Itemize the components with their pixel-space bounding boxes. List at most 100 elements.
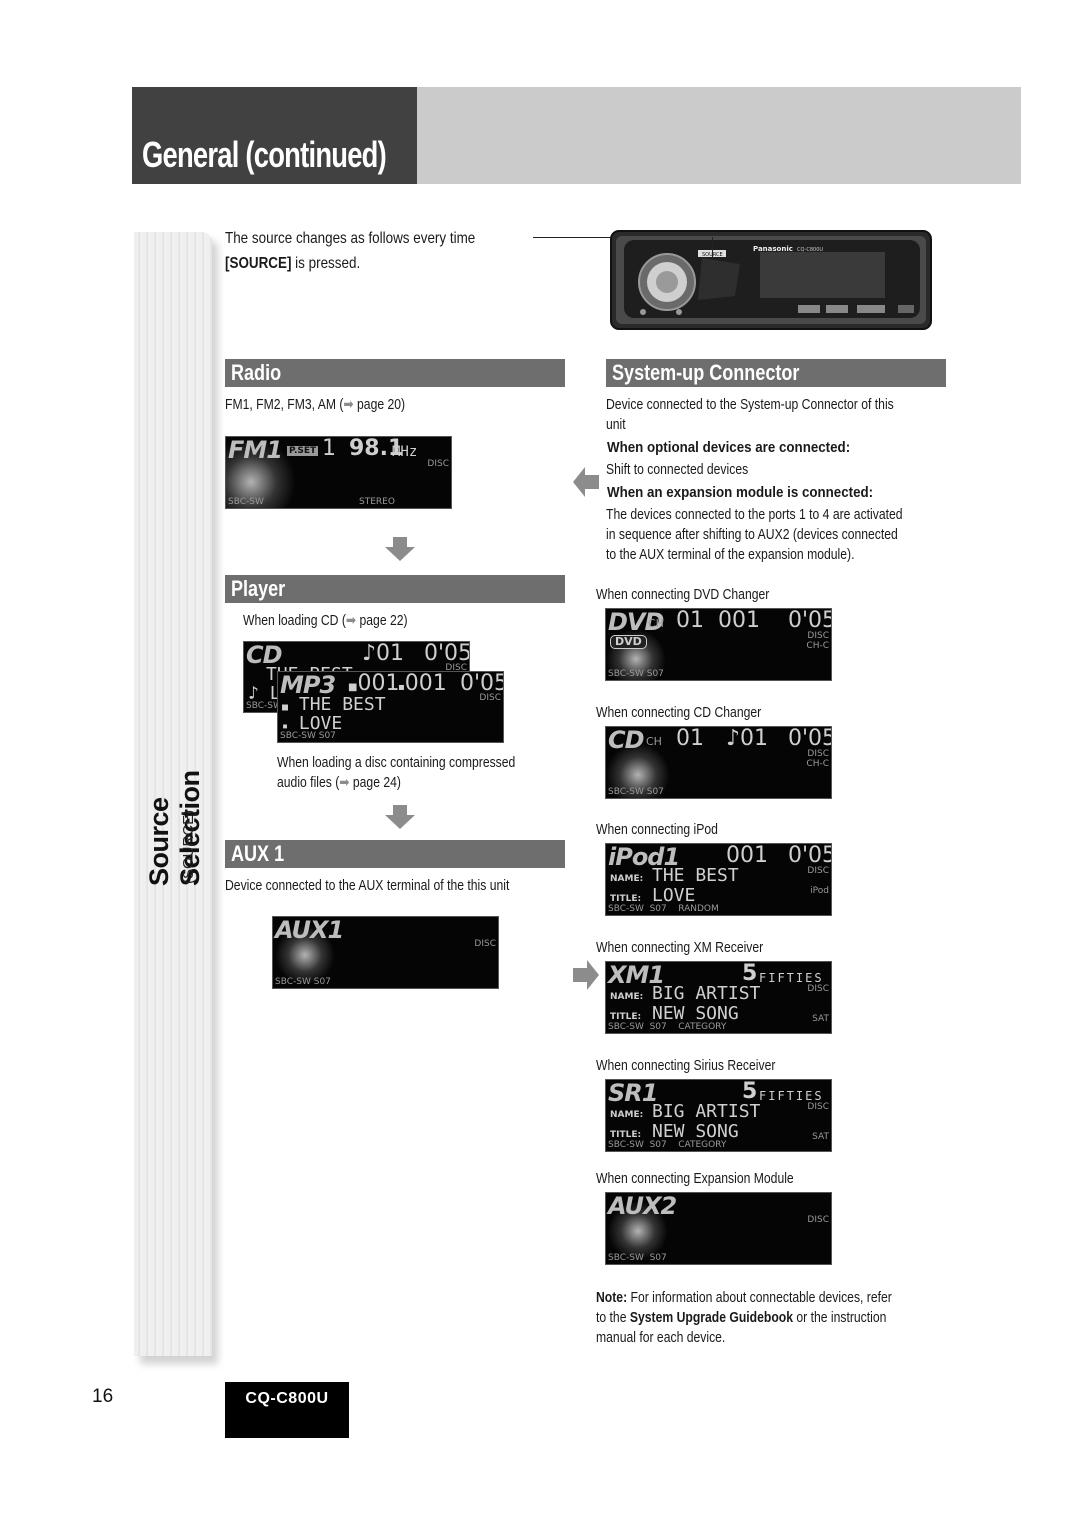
xm-artist: BIG ARTIST (652, 983, 761, 1004)
player-heading: Player (231, 576, 286, 601)
optional-devices-heading: When optional devices are connected: (607, 438, 871, 458)
cd-track: 01 (376, 641, 405, 666)
radio-desc-text: FM1, FM2, FM3, AM ( (225, 397, 344, 413)
mp3-folder-number: 001 (357, 671, 400, 696)
preset-label: P.SET (287, 446, 319, 456)
ch-c-indicator: CH-C (806, 641, 829, 651)
sbc-indicator: SBC-SW S07 RANDOM (608, 904, 719, 914)
cd-time: 0'05 (424, 641, 470, 666)
cd-changer-mode-label: CD (608, 726, 645, 754)
intro-line-2-rest: is pressed. (291, 255, 361, 272)
expansion-caption-text: When connecting Expansion Module (596, 1171, 794, 1187)
dvd-badge: DVD (610, 635, 647, 649)
cd-page-ref[interactable]: page 22) (356, 613, 407, 629)
model-label: CQ-C800U (797, 247, 823, 253)
intro-line-1: The source changes as follows every time (225, 230, 476, 247)
mp3-desc-line-1: When loading a disc containing compresse… (277, 755, 516, 771)
sirius-caption-text: When connecting Sirius Receiver (596, 1058, 776, 1074)
note-text-2c: or the instruction (792, 1310, 887, 1326)
system-up-desc-line-1: Device connected to the System-up Connec… (606, 397, 894, 413)
changer-suffix: CH (648, 617, 664, 630)
mp3-desc-line-2: audio files ( (277, 775, 340, 791)
expansion-caption: When connecting Expansion Module (596, 1169, 831, 1189)
aux2-mode-label: AUX2 (608, 1192, 677, 1220)
page-number: 16 (92, 1386, 114, 1407)
disc-indicator: DISC (807, 749, 829, 759)
aux1-desc-text: Device connected to the AUX terminal of … (225, 878, 510, 894)
system-up-section-header: System-up Connector (606, 359, 946, 387)
name-label: NAME: (610, 874, 644, 884)
sirius-artist: BIG ARTIST (652, 1101, 761, 1122)
radio-page-ref[interactable]: page 20) (354, 397, 405, 413)
sbc-indicator: SBC-SW S07 (280, 731, 336, 741)
intro-text-2: [SOURCE] is pressed. (225, 251, 386, 276)
system-up-desc-2: unit (606, 415, 629, 435)
sirius-caption: When connecting Sirius Receiver (596, 1056, 810, 1076)
radio-section-header: Radio (225, 359, 565, 387)
dvd-changer-caption: When connecting DVD Changer (596, 585, 802, 605)
page-title-text: General (continued) (142, 134, 387, 175)
sbc-indicator: SBC-SW S07 (608, 787, 664, 797)
cd-changer-time: 0'05 (788, 726, 832, 751)
disc-indicator: DISC (807, 984, 829, 994)
arrow-down-icon (385, 537, 415, 561)
xm-caption-text: When connecting XM Receiver (596, 940, 764, 956)
ch-c-indicator: CH-C (806, 759, 829, 769)
expansion-display: AUX2 DISC SBC-SW S07 (605, 1192, 832, 1265)
head-unit-illustration: SOURCE Panasonic CQ-C800U (610, 230, 932, 330)
disc-indicator: DISC (807, 1102, 829, 1112)
page-title: General (continued) (142, 134, 463, 176)
cd-changer-disc-number: 01 (676, 726, 704, 751)
cd-changer-display: CD CH 01 ♪01 0'05 DISC CH-C SBC-SW S07 (605, 726, 832, 799)
ipod-caption: When connecting iPod (596, 820, 741, 840)
name-label: NAME: (610, 992, 644, 1002)
title-label: TITLE: (610, 1012, 642, 1022)
expansion-line-1: The devices connected to the ports 1 to … (606, 507, 903, 523)
ipod-name: THE BEST (652, 865, 739, 886)
sidebar-section-label: Source Selection (SOURCE) (130, 700, 210, 890)
disc-indicator: DISC (427, 459, 449, 469)
xm-display: XM1 5 FIFTIES NAME: BIG ARTIST TITLE: NE… (605, 961, 832, 1034)
optional-devices-text-span: Shift to connected devices (606, 462, 749, 478)
note-text-2a: to the (596, 1310, 630, 1326)
sbc-indicator: SBC-SW S07 (275, 977, 331, 987)
note-label: Note: (596, 1290, 628, 1306)
sirius-display: SR1 5 FIFTIES NAME: BIG ARTIST TITLE: NE… (605, 1079, 832, 1152)
dvd-chapter-number: 001 (718, 608, 760, 633)
page-ref-arrow-icon: ➡ (339, 775, 350, 791)
changer-suffix: CH (646, 735, 662, 748)
intro-text: The source changes as follows every time (225, 226, 523, 251)
cd-changer-track: 01 (740, 726, 769, 751)
expansion-line-2: in sequence after shifting to AUX2 (devi… (606, 527, 898, 543)
system-up-desc-line-2: unit (606, 417, 626, 433)
dvd-time: 0'05 (788, 608, 832, 633)
aux1-section-header: AUX 1 (225, 840, 565, 868)
ipod-indicator: iPod (810, 886, 829, 896)
ipod-title: LOVE (652, 885, 696, 906)
model-badge: CQ-C800U (225, 1382, 349, 1438)
mp3-time: 0'05 (460, 671, 504, 696)
expansion-module-heading: When an expansion module is connected: (607, 483, 896, 503)
sirius-mode-label: SR1 (608, 1079, 658, 1107)
dvd-disc-number: 01 (676, 608, 704, 633)
band-label: FM1 (228, 436, 283, 464)
mp3-description-2: audio files (➡ page 24) (277, 773, 425, 793)
guidebook-reference: System Upgrade Guidebook (629, 1310, 793, 1326)
mp3-page-ref[interactable]: page 24) (350, 775, 401, 791)
radio-display: FM1 P.SET 1 98.1 MHz DISC SBC-SW STEREO (225, 436, 452, 509)
mp3-folder-name: THE BEST (298, 694, 386, 715)
brand-label: Panasonic (753, 245, 793, 253)
mp3-display: MP3 ■001 ▪001 0'05 DISC ■ THE BEST ▪ LOV… (277, 671, 504, 743)
disc-indicator: DISC (807, 866, 829, 876)
xm-song: NEW SONG (652, 1003, 739, 1024)
aux1-heading: AUX 1 (231, 841, 285, 866)
stereo-indicator: STEREO (359, 497, 395, 507)
name-label: NAME: (610, 1110, 644, 1120)
aux1-description: Device connected to the AUX terminal of … (225, 876, 564, 896)
music-note-icon: ♪ (362, 641, 377, 666)
disc-indicator: DISC (807, 1215, 829, 1225)
music-note-icon: ♪ (726, 726, 741, 751)
radio-heading: Radio (231, 360, 282, 385)
disc-indicator: DISC (474, 939, 496, 949)
file-icon: ▪ (398, 682, 405, 693)
